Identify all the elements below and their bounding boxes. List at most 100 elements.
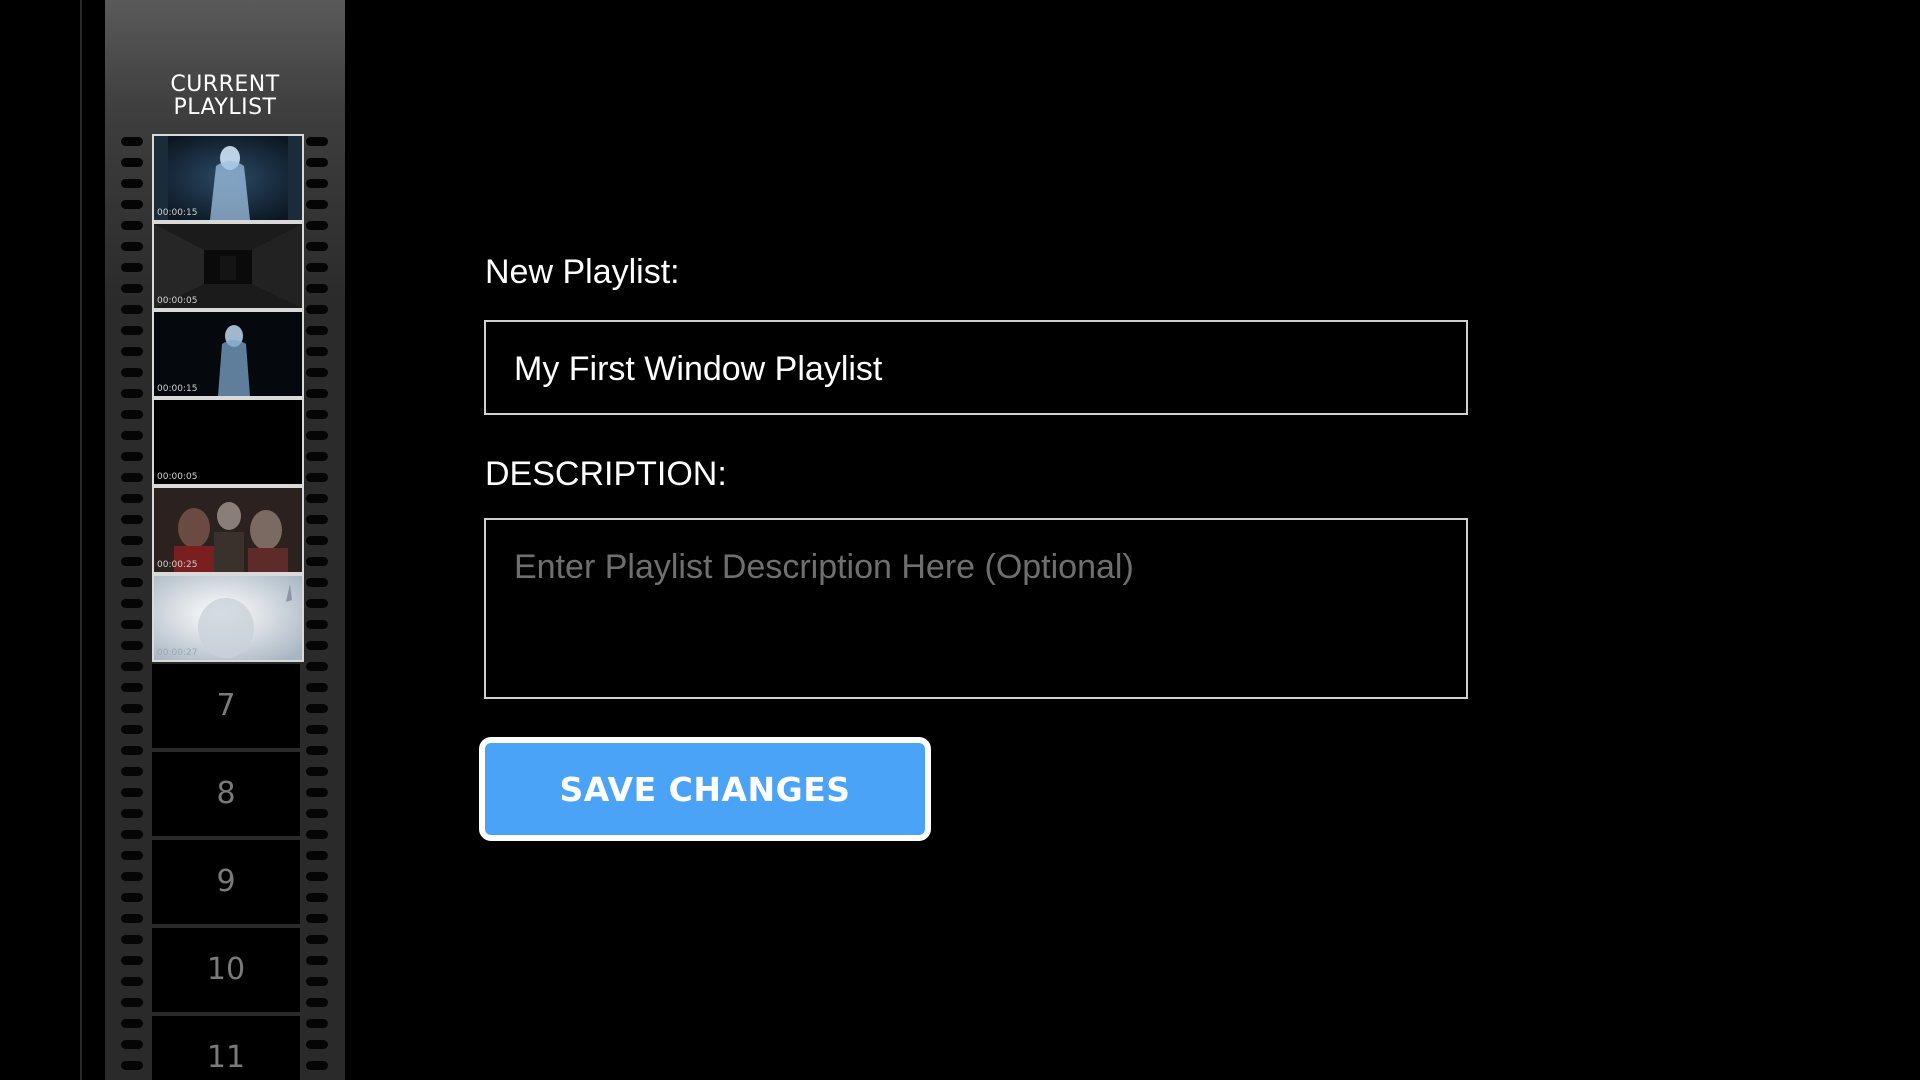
film-perforation (121, 347, 143, 356)
film-perforation (306, 683, 328, 692)
playlist-slot-9[interactable]: 9 (152, 840, 300, 924)
film-perforation (121, 200, 143, 209)
save-changes-button[interactable]: SAVE CHANGES (479, 737, 931, 841)
film-perforation (306, 746, 328, 755)
slot-number: 9 (216, 864, 236, 899)
film-perforation (306, 1061, 328, 1070)
film-perforation (306, 473, 328, 482)
film-perforation (121, 305, 143, 314)
film-perforation (121, 452, 143, 461)
left-divider-line (80, 0, 82, 1080)
film-perforation (121, 494, 143, 503)
film-perforation (121, 557, 143, 566)
slot-number: 11 (206, 1040, 246, 1075)
film-perforation (121, 242, 143, 251)
description-textarea[interactable]: Enter Playlist Description Here (Optiona… (484, 518, 1468, 699)
film-perforation (306, 641, 328, 650)
film-perforation (306, 515, 328, 524)
film-perforation (306, 263, 328, 272)
film-perforation (306, 935, 328, 944)
film-perforation (306, 557, 328, 566)
film-perforation (121, 389, 143, 398)
film-perforation (306, 662, 328, 671)
save-changes-label: SAVE CHANGES (559, 769, 851, 809)
playlist-item-3[interactable]: 00:00:15 (152, 310, 304, 398)
film-perforation (306, 221, 328, 230)
film-perforation (121, 137, 143, 146)
film-perforation (306, 284, 328, 293)
film-perforation (121, 1019, 143, 1028)
slot-number: 10 (206, 952, 246, 987)
film-perforation (306, 893, 328, 902)
playlist-slot-8[interactable]: 8 (152, 752, 300, 836)
film-perforation (306, 536, 328, 545)
film-perforation (121, 179, 143, 188)
film-perforation (121, 578, 143, 587)
slot-number: 8 (216, 776, 236, 811)
film-perforation (121, 746, 143, 755)
film-perforation (121, 326, 143, 335)
film-perforation (306, 578, 328, 587)
film-perforations-right (306, 134, 328, 1080)
playlist-name-value: My First Window Playlist (514, 350, 883, 388)
film-perforation (121, 641, 143, 650)
playlist-item-4[interactable]: 00:00:05 (152, 398, 304, 486)
film-perforation (306, 242, 328, 251)
film-perforation (121, 1061, 143, 1070)
film-perforation (306, 452, 328, 461)
film-perforation (121, 368, 143, 377)
film-perforation (121, 473, 143, 482)
film-perforation (306, 956, 328, 965)
film-perforation (306, 305, 328, 314)
film-perforation (121, 515, 143, 524)
playlist-title-line1: CURRENT (170, 72, 280, 97)
playlist-slot-7[interactable]: 7 (152, 664, 300, 748)
film-perforation (121, 1040, 143, 1049)
playlist-item-1[interactable]: 00:00:15 (152, 134, 304, 222)
duration-label: 00:00:15 (157, 208, 198, 218)
film-perforation (121, 662, 143, 671)
playlist-item-2[interactable]: 00:00:05 (152, 222, 304, 310)
playlist-slot-11[interactable]: 11 (152, 1016, 300, 1080)
film-perforation (306, 431, 328, 440)
film-perforation (306, 179, 328, 188)
description-placeholder: Enter Playlist Description Here (Optiona… (514, 548, 1134, 586)
film-perforation (306, 767, 328, 776)
film-perforations-left (121, 134, 143, 1080)
film-perforation (306, 326, 328, 335)
film-perforation (121, 767, 143, 776)
film-perforation (306, 620, 328, 629)
film-perforation (306, 599, 328, 608)
film-perforation (121, 893, 143, 902)
film-perforation (306, 137, 328, 146)
playlist-item-6[interactable]: 00:00:27 (152, 574, 304, 662)
film-perforation (306, 851, 328, 860)
film-perforation (306, 830, 328, 839)
film-perforation (306, 1040, 328, 1049)
film-perforation (306, 977, 328, 986)
playlist-slot-10[interactable]: 10 (152, 928, 300, 1012)
film-perforation (121, 158, 143, 167)
duration-label: 00:00:05 (157, 472, 198, 482)
film-perforation (306, 788, 328, 797)
film-perforation (121, 788, 143, 797)
film-perforation (121, 620, 143, 629)
film-perforation (306, 389, 328, 398)
duration-label: 00:00:15 (157, 384, 198, 394)
film-perforation (121, 683, 143, 692)
film-perforation (121, 935, 143, 944)
description-label: DESCRIPTION: (485, 455, 727, 493)
film-perforation (121, 830, 143, 839)
new-playlist-label: New Playlist: (485, 253, 680, 291)
film-perforation (121, 704, 143, 713)
playlist-name-input[interactable]: My First Window Playlist (484, 320, 1468, 415)
film-perforation (121, 998, 143, 1007)
film-perforation (121, 977, 143, 986)
current-playlist-filmstrip[interactable]: CURRENT PLAYLIST 00:00:15 00:00:05 00:00… (105, 0, 345, 1080)
film-perforation (121, 221, 143, 230)
film-perforation (121, 851, 143, 860)
film-perforation (121, 284, 143, 293)
film-perforation (121, 410, 143, 419)
playlist-item-5[interactable]: 00:00:25 (152, 486, 304, 574)
film-perforation (121, 599, 143, 608)
